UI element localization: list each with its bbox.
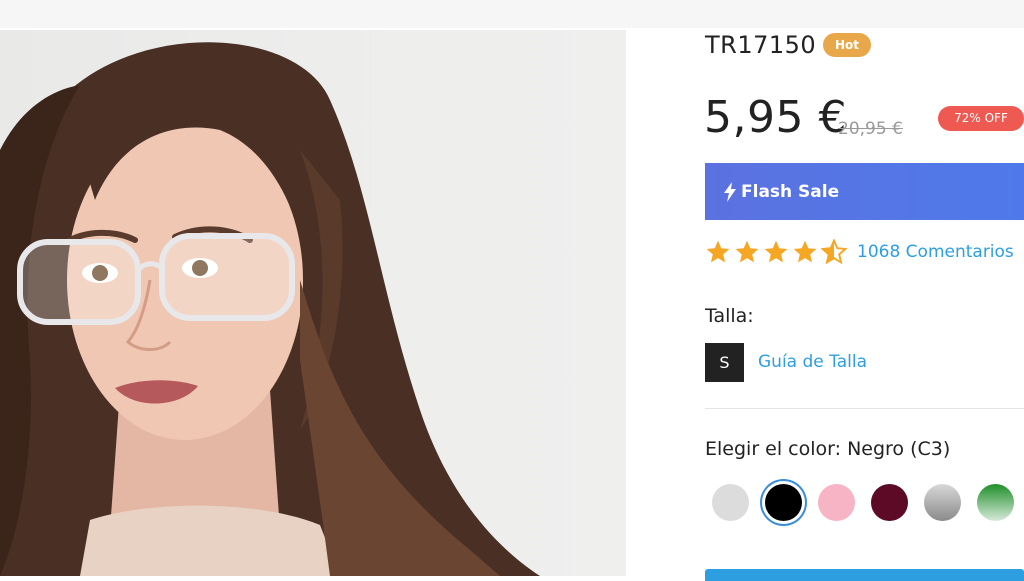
color-swatch-black[interactable] [765, 484, 802, 521]
star-icon [793, 240, 817, 263]
rating-row: 1068 Comentarios [705, 239, 1014, 265]
divider [705, 408, 1024, 409]
flash-sale-label: Flash Sale [741, 181, 840, 202]
size-label: Talla: [705, 305, 754, 327]
lightning-bolt-icon [723, 181, 737, 202]
star-icon [735, 240, 759, 263]
color-label: Elegir el color: Negro (C3) [705, 438, 951, 460]
current-price: 5,95 € [704, 92, 847, 143]
discount-badge: 72% OFF [938, 106, 1024, 131]
hot-badge: Hot [823, 33, 871, 57]
color-swatch-green-gradient[interactable] [977, 484, 1014, 521]
flash-sale-banner: Flash Sale [705, 163, 1024, 220]
color-swatch-burgundy[interactable] [871, 484, 908, 521]
model-wearing-glasses-image [0, 42, 540, 576]
color-swatch-gray-gradient[interactable] [924, 484, 961, 521]
star-icon [706, 240, 730, 263]
reviews-link[interactable]: 1068 Comentarios [857, 242, 1014, 262]
product-image[interactable] [0, 30, 626, 576]
product-sku: TR17150 [705, 31, 817, 59]
color-swatch-pink[interactable] [818, 484, 855, 521]
add-to-cart-button[interactable] [705, 569, 1024, 581]
star-half-icon [821, 239, 847, 265]
size-guide-link[interactable]: Guía de Talla [758, 352, 867, 372]
size-option-s[interactable]: S [705, 343, 744, 382]
original-price: 20,95 € [838, 119, 903, 139]
color-swatch-light-gray[interactable] [712, 484, 749, 521]
star-icon [764, 240, 788, 263]
star-rating [705, 239, 847, 265]
top-bar [0, 0, 1024, 28]
